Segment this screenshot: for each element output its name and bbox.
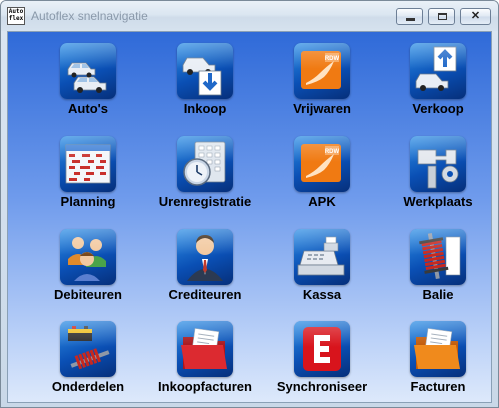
tile-urenregistratie[interactable]: Urenregistratie	[147, 136, 263, 222]
tile-kassa[interactable]: Kassa	[264, 229, 380, 315]
tile-synchroniseer[interactable]: Synchroniseer	[264, 321, 380, 407]
tile-label: Kassa	[302, 287, 342, 302]
car-sale-icon	[410, 43, 466, 99]
window-title: Autoflex snelnavigatie	[31, 9, 148, 23]
tile-label: Facturen	[410, 379, 466, 394]
close-icon: ✕	[470, 10, 481, 22]
close-button[interactable]: ✕	[460, 8, 491, 25]
title-bar[interactable]: Auto flex Autoflex snelnavigatie ✕	[1, 1, 498, 31]
tile-label: Verkoop	[412, 101, 464, 116]
tile-label: Synchroniseer	[276, 379, 368, 394]
tile-label: Urenregistratie	[158, 194, 252, 209]
svg-text:RDW: RDW	[325, 149, 340, 155]
rdw-icon: RDW	[294, 43, 350, 99]
people-group-icon	[60, 229, 116, 285]
cars-icon	[60, 43, 116, 99]
tile-facturen[interactable]: Facturen	[380, 321, 496, 407]
shock-absorber-icon	[410, 229, 466, 285]
tile-label: Werkplaats	[403, 194, 473, 209]
maximize-icon	[438, 13, 447, 20]
tile-apk[interactable]: RDW APK	[264, 136, 380, 222]
app-window: Auto flex Autoflex snelnavigatie ✕ Auto'…	[0, 0, 499, 408]
tile-vrijwaren[interactable]: RDW Vrijwaren	[264, 43, 380, 129]
tile-label: APK	[308, 194, 336, 209]
minimize-icon	[406, 18, 415, 21]
sync-e-icon	[294, 321, 350, 377]
svg-text:RDW: RDW	[325, 56, 340, 62]
rdw-icon: RDW	[294, 136, 350, 192]
businessman-icon	[177, 229, 233, 285]
minimize-button[interactable]	[396, 8, 423, 25]
tile-onderdelen[interactable]: Onderdelen	[30, 321, 146, 407]
wrench-icon	[410, 136, 466, 192]
maximize-button[interactable]	[428, 8, 455, 25]
folder-red-icon	[177, 321, 233, 377]
tile-label: Inkoop	[183, 101, 227, 116]
tile-planning[interactable]: Planning	[30, 136, 146, 222]
tile-label: Planning	[60, 194, 116, 209]
tile-autos[interactable]: Auto's	[30, 43, 146, 129]
tile-label: Debiteuren	[54, 287, 122, 302]
tile-label: Inkoopfacturen	[158, 379, 252, 394]
tile-label: Vrijwaren	[293, 101, 351, 116]
tile-debiteuren[interactable]: Debiteuren	[30, 229, 146, 315]
tile-inkoopfacturen[interactable]: Inkoopfacturen	[147, 321, 263, 407]
tile-crediteuren[interactable]: Crediteuren	[147, 229, 263, 315]
tile-label: Balie	[422, 287, 454, 302]
tile-verkoop[interactable]: Verkoop	[380, 43, 496, 129]
autoflex-logo-icon[interactable]: Auto flex	[7, 7, 25, 25]
navigation-panel: Auto's Inkoop RDW Vrijwaren Verkoop Plan…	[7, 31, 492, 403]
clock-calculator-icon	[177, 136, 233, 192]
tile-label: Onderdelen	[51, 379, 125, 394]
tile-label: Crediteuren	[168, 287, 242, 302]
planning-grid-icon	[60, 136, 116, 192]
tile-label: Auto's	[68, 101, 108, 116]
cash-register-icon	[294, 229, 350, 285]
tile-werkplaats[interactable]: Werkplaats	[380, 136, 496, 222]
parts-icon	[60, 321, 116, 377]
tile-balie[interactable]: Balie	[380, 229, 496, 315]
tile-inkoop[interactable]: Inkoop	[147, 43, 263, 129]
folder-orange-icon	[410, 321, 466, 377]
car-purchase-icon	[177, 43, 233, 99]
